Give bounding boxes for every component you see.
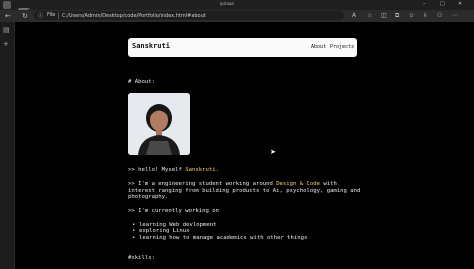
maximize-icon[interactable]: □ [440, 1, 445, 7]
hello-line: >> hello! Myself Sanskruti. [128, 167, 219, 173]
intro-prefix: >> I'm a engineering student working aro… [128, 181, 277, 187]
working-on-list: learning Web devlopment exploring Linux … [128, 222, 307, 241]
about-heading: # About: [128, 79, 155, 85]
vertical-tabs-sidebar: ▤ + [0, 22, 15, 269]
mouse-cursor-icon: ➤ [270, 148, 276, 156]
refresh-icon[interactable]: ↻ [22, 11, 28, 21]
url-text[interactable]: C:/Users/Admin/Desktop/code/Portfolio/in… [62, 13, 206, 19]
info-icon[interactable]: ⓘ [38, 12, 43, 19]
intro-line-2: interest ranging from building products … [128, 187, 361, 194]
list-item: learning how to manage academics with ot… [128, 235, 307, 242]
hello-name: Sanskruti. [185, 167, 219, 173]
site-brand[interactable]: Sanskruti [132, 42, 170, 50]
working-on-line: >> I'm currently working on [128, 208, 219, 214]
downloads-icon[interactable]: ⇩ [423, 11, 428, 21]
nav-link-projects[interactable]: Projects [330, 44, 354, 50]
tab-page-icon[interactable]: ▤ [3, 26, 10, 34]
window-title: ipriaaa [220, 1, 234, 6]
skills-heading: #skills: [128, 255, 155, 261]
new-tab-icon[interactable]: + [3, 40, 9, 48]
minimize-icon[interactable]: – [423, 1, 426, 7]
collections-icon[interactable]: ⧉ [395, 11, 399, 21]
extensions-icon[interactable]: ⚇ [437, 11, 442, 21]
url-field[interactable]: ⓘ File C:/Users/Admin/Desktop/code/Portf… [34, 11, 344, 20]
url-separator [58, 12, 59, 19]
intro-suffix: with [319, 181, 337, 187]
profile-photo [128, 93, 190, 155]
file-label: File [47, 12, 56, 18]
split-screen-icon[interactable]: ◫ [381, 11, 387, 21]
back-icon[interactable]: ← [5, 11, 11, 21]
more-options-icon[interactable]: ⋯ [452, 11, 458, 21]
intro-line-3: photography. [128, 194, 169, 200]
font-size-icon[interactable]: A [352, 11, 356, 21]
intro-highlight: Design & Code [276, 181, 320, 187]
title-bar: ipriaaa – □ ✕ [0, 0, 474, 16]
favorite-icon[interactable]: ☆ [367, 11, 372, 21]
close-icon[interactable]: ✕ [458, 1, 462, 7]
favorites-bar-icon[interactable]: ✩ [409, 11, 414, 21]
nav-link-about[interactable]: About [311, 44, 326, 50]
hello-prefix: >> hello! Myself [128, 167, 186, 173]
browser-profile-icon[interactable] [3, 1, 11, 9]
site-header: Sanskruti About Projects [128, 38, 357, 57]
tab-actions-icon[interactable] [18, 1, 30, 16]
intro-line-1: >> I'm a engineering student working aro… [128, 181, 337, 187]
